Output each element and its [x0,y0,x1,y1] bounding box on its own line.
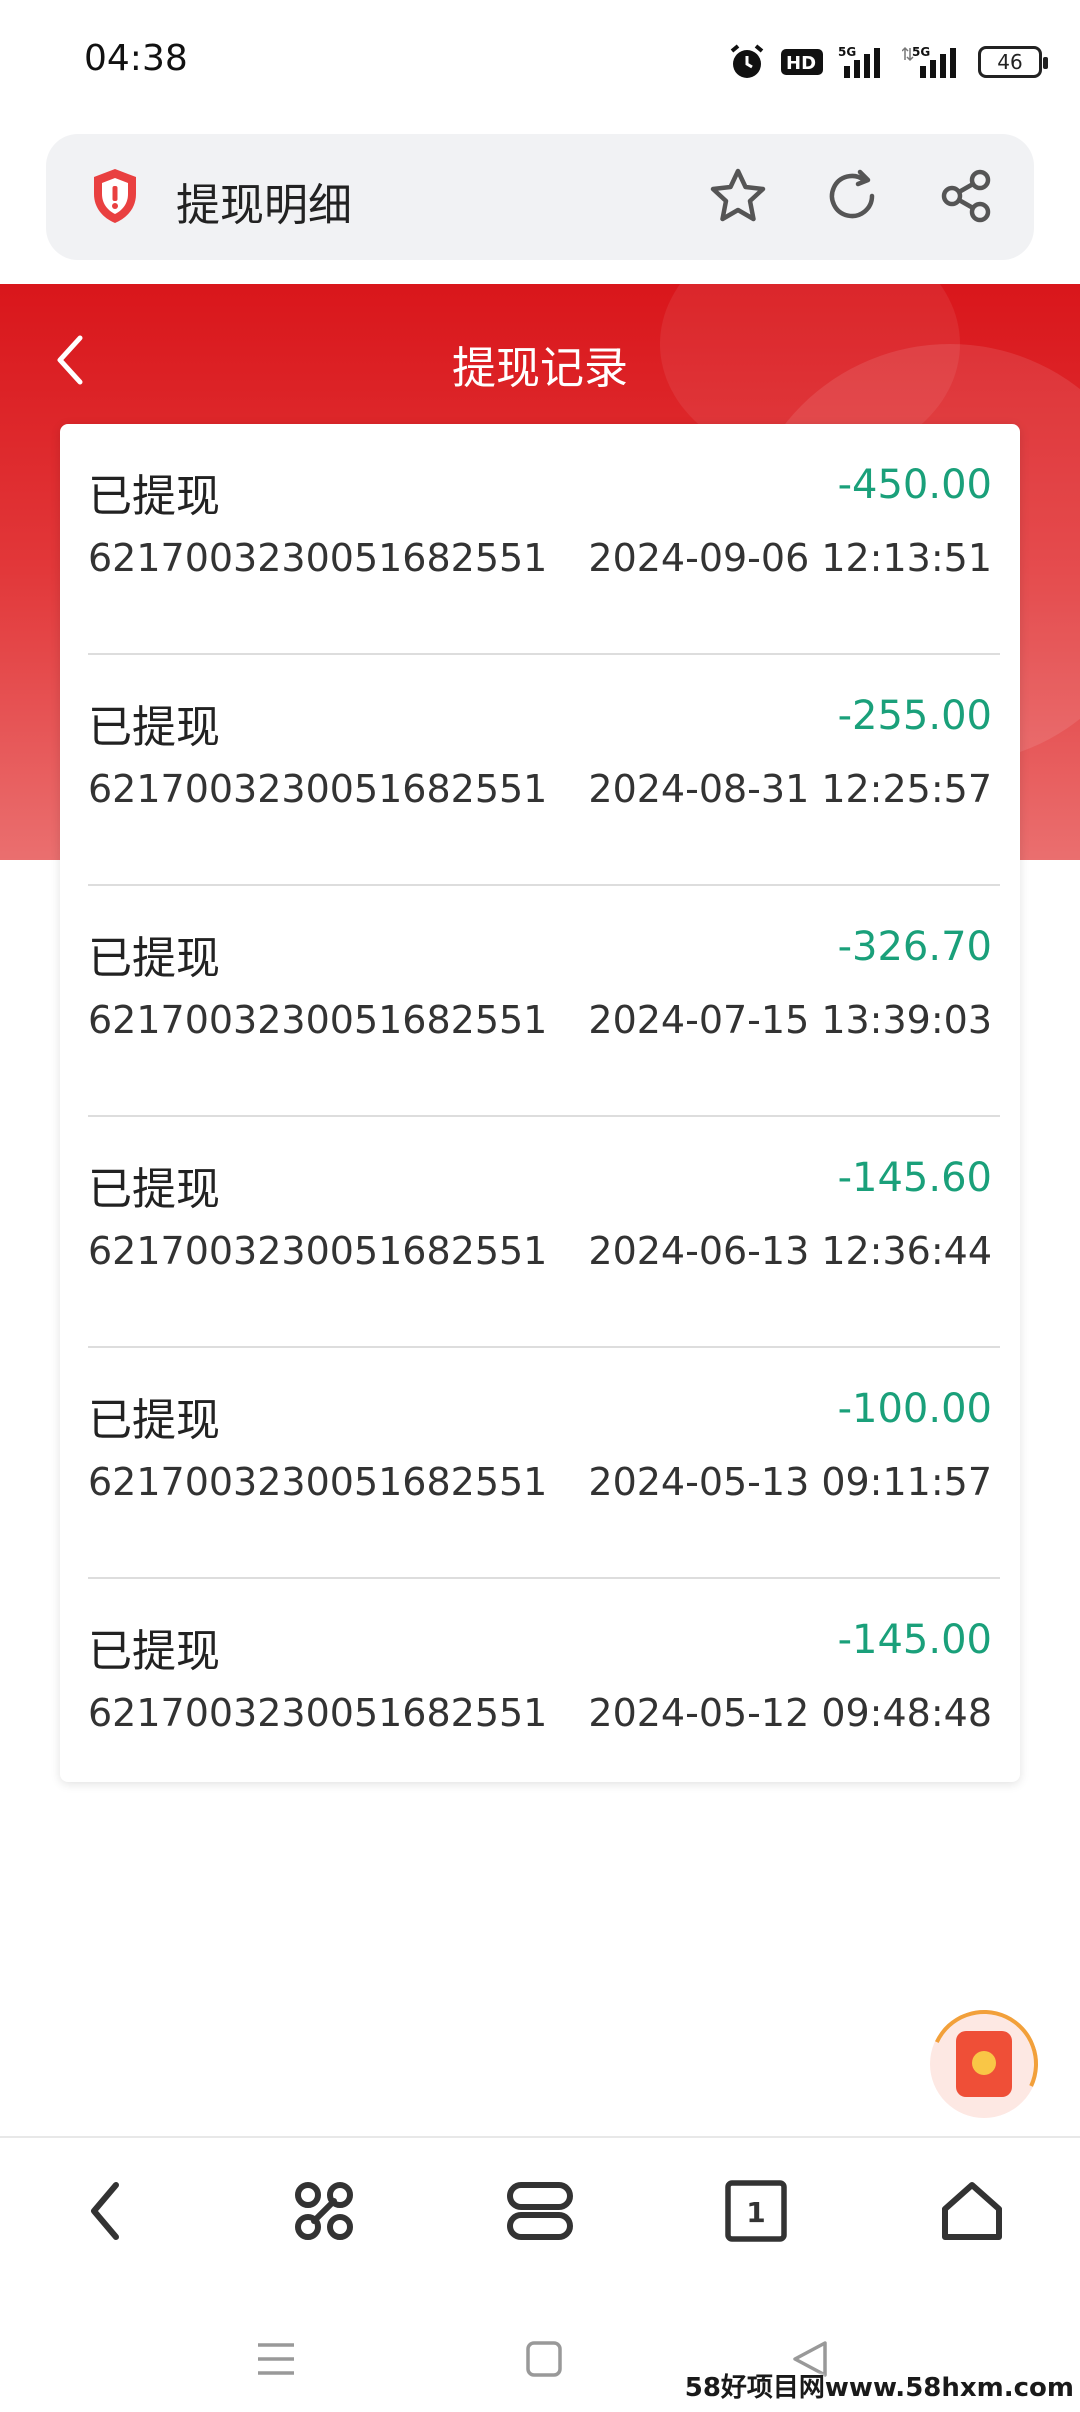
list-item[interactable]: 已提现 -145.00 6217003230051682551 2024-05-… [88,1579,1000,1810]
record-amount: -255.00 [837,693,992,739]
sys-home-button[interactable] [514,2334,574,2384]
back-icon [91,2182,119,2240]
shield-alert-icon[interactable] [90,166,140,226]
sys-menu-button[interactable] [246,2334,306,2384]
url-bar[interactable]: 提现明细 [46,134,1034,260]
record-amount: -326.70 [837,924,992,970]
record-status: 已提现 [88,1395,220,1446]
list-item[interactable]: 已提现 -450.00 6217003230051682551 2024-09-… [88,424,1000,655]
record-status: 已提现 [88,933,220,984]
record-time: 2024-06-13 12:36:44 [588,1229,992,1273]
list-item[interactable]: 已提现 -145.60 6217003230051682551 2024-06-… [88,1117,1000,1348]
list-item[interactable]: 已提现 -326.70 6217003230051682551 2024-07-… [88,886,1000,1117]
record-amount: -145.60 [837,1155,992,1201]
layers-icon [507,2182,573,2240]
record-time: 2024-05-12 09:48:48 [588,1691,992,1735]
list-item[interactable]: 已提现 -100.00 6217003230051682551 2024-05-… [88,1348,1000,1579]
alarm-icon [730,44,764,78]
status-icons: HD 5G 5G 46 [728,40,1048,84]
withdrawal-records-card: 已提现 -450.00 6217003230051682551 2024-09-… [60,424,1020,1782]
menu-icon [258,2343,294,2375]
red-envelope-float-button[interactable] [914,1994,1054,2134]
refresh-icon[interactable] [820,164,884,228]
tab-count: 1 [746,2196,765,2229]
record-account: 6217003230051682551 [88,767,548,811]
nav-home-button[interactable] [932,2176,1012,2246]
page-title: 提现记录 [452,343,628,394]
status-time: 04:38 [84,38,188,79]
record-account: 6217003230051682551 [88,1229,548,1273]
record-time: 2024-07-15 13:39:03 [588,998,992,1042]
signal-5g-icon: 5G [902,45,956,78]
svg-text:5G: 5G [838,45,856,59]
browser-bottom-nav: 1 [0,2136,1080,2278]
record-status: 已提现 [88,1626,220,1677]
record-time: 2024-08-31 12:25:57 [588,767,992,811]
record-amount: -450.00 [837,462,992,508]
record-account: 6217003230051682551 [88,1691,548,1735]
record-amount: -100.00 [837,1386,992,1432]
tabs-icon: 1 [725,2180,787,2242]
nav-tabs-button[interactable]: 1 [716,2176,796,2246]
nav-menu-button[interactable] [284,2176,364,2246]
list-item[interactable]: 已提现 -255.00 6217003230051682551 2024-08-… [88,655,1000,886]
record-time: 2024-05-13 09:11:57 [588,1460,992,1504]
url-actions [706,164,998,228]
record-account: 6217003230051682551 [88,998,548,1042]
square-icon [526,2341,562,2377]
share-icon[interactable] [934,164,998,228]
svg-text:5G: 5G [912,45,930,59]
battery-icon: 46 [978,46,1048,78]
command-icon [295,2182,353,2240]
record-amount: -145.00 [837,1617,992,1663]
nav-back-button[interactable] [66,2176,146,2246]
svg-text:HD: HD [786,53,816,74]
record-account: 6217003230051682551 [88,1460,548,1504]
page-url-title[interactable]: 提现明细 [176,169,352,233]
star-icon[interactable] [706,164,770,228]
record-account: 6217003230051682551 [88,536,548,580]
system-nav-bar: 58好项目网www.58hxm.com [0,2296,1080,2412]
red-envelope-icon [956,2031,1012,2097]
nav-layers-button[interactable] [500,2176,580,2246]
record-status: 已提现 [88,471,220,522]
record-status: 已提现 [88,1164,220,1215]
signal-5g-icon: 5G [838,45,880,78]
status-bar: 04:38 HD 5G 5G 46 [0,0,1080,120]
hd-icon: HD [781,49,823,75]
home-icon [942,2182,1002,2240]
watermark: 58好项目网www.58hxm.com [684,2373,1074,2403]
record-status: 已提现 [88,702,220,753]
record-time: 2024-09-06 12:13:51 [588,536,992,580]
